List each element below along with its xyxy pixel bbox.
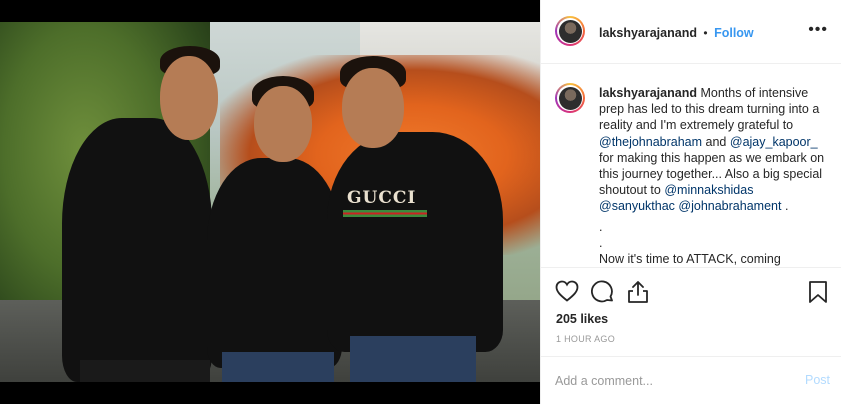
person-middle-jeans [222,352,334,382]
person-left-jeans [80,360,210,382]
share-icon[interactable] [627,280,649,309]
caption-section: lakshyarajanand Months of intensive prep… [541,65,841,268]
header-separator: • [703,26,708,40]
caption-dot-2: . [599,235,603,250]
heart-icon[interactable] [555,280,579,307]
person-right [327,132,503,352]
caption-avatar[interactable] [555,83,585,113]
shirt-logo-text: GUCCI [347,188,417,208]
post-side-panel: lakshyarajanand • Follow ••• lakshyaraja… [540,0,841,404]
post-comment-button[interactable]: Post [805,373,830,387]
mention-link-2[interactable]: @ajay_kapoor_ [730,135,818,149]
mention-link-3[interactable]: @minnakshidas [664,183,753,197]
likes-count[interactable]: 205 likes [556,312,608,326]
mention-link-4[interactable]: @sanyukthac [599,199,675,213]
person-left [62,118,212,382]
action-bar [541,270,841,310]
person-right-jeans [350,336,476,382]
post-photo[interactable]: GUCCI [0,0,540,404]
person-middle [207,158,342,368]
shirt-logo-stripe [343,210,427,217]
caption-dot-1: . [599,219,603,234]
post-header: lakshyarajanand • Follow ••• [541,0,841,64]
person-middle-head [254,86,312,162]
follow-button[interactable]: Follow [714,26,754,40]
caption-text-4: . [784,199,789,214]
caption-username[interactable]: lakshyarajanand [599,86,697,100]
comment-icon[interactable] [591,280,615,309]
more-options-icon[interactable]: ••• [808,22,828,38]
mention-link-5[interactable]: @johnabrahament [678,199,781,213]
comment-input[interactable] [555,372,775,390]
caption-text: lakshyarajanand Months of intensive prep… [599,85,827,267]
bookmark-icon[interactable] [808,280,828,309]
header-username[interactable]: lakshyarajanand [599,26,697,40]
header-avatar[interactable] [555,16,585,46]
person-left-head [160,56,218,140]
mention-link-1[interactable]: @thejohnabraham [599,135,702,149]
person-right-head [342,68,404,148]
caption-text-5: Now it's time to ATTACK, coming [599,252,781,267]
avatar-image [558,86,582,110]
avatar-image [558,19,582,43]
post-timestamp[interactable]: 1 HOUR AGO [556,334,615,344]
comment-bar: Post [541,356,841,404]
caption-text-2: and [705,134,727,149]
